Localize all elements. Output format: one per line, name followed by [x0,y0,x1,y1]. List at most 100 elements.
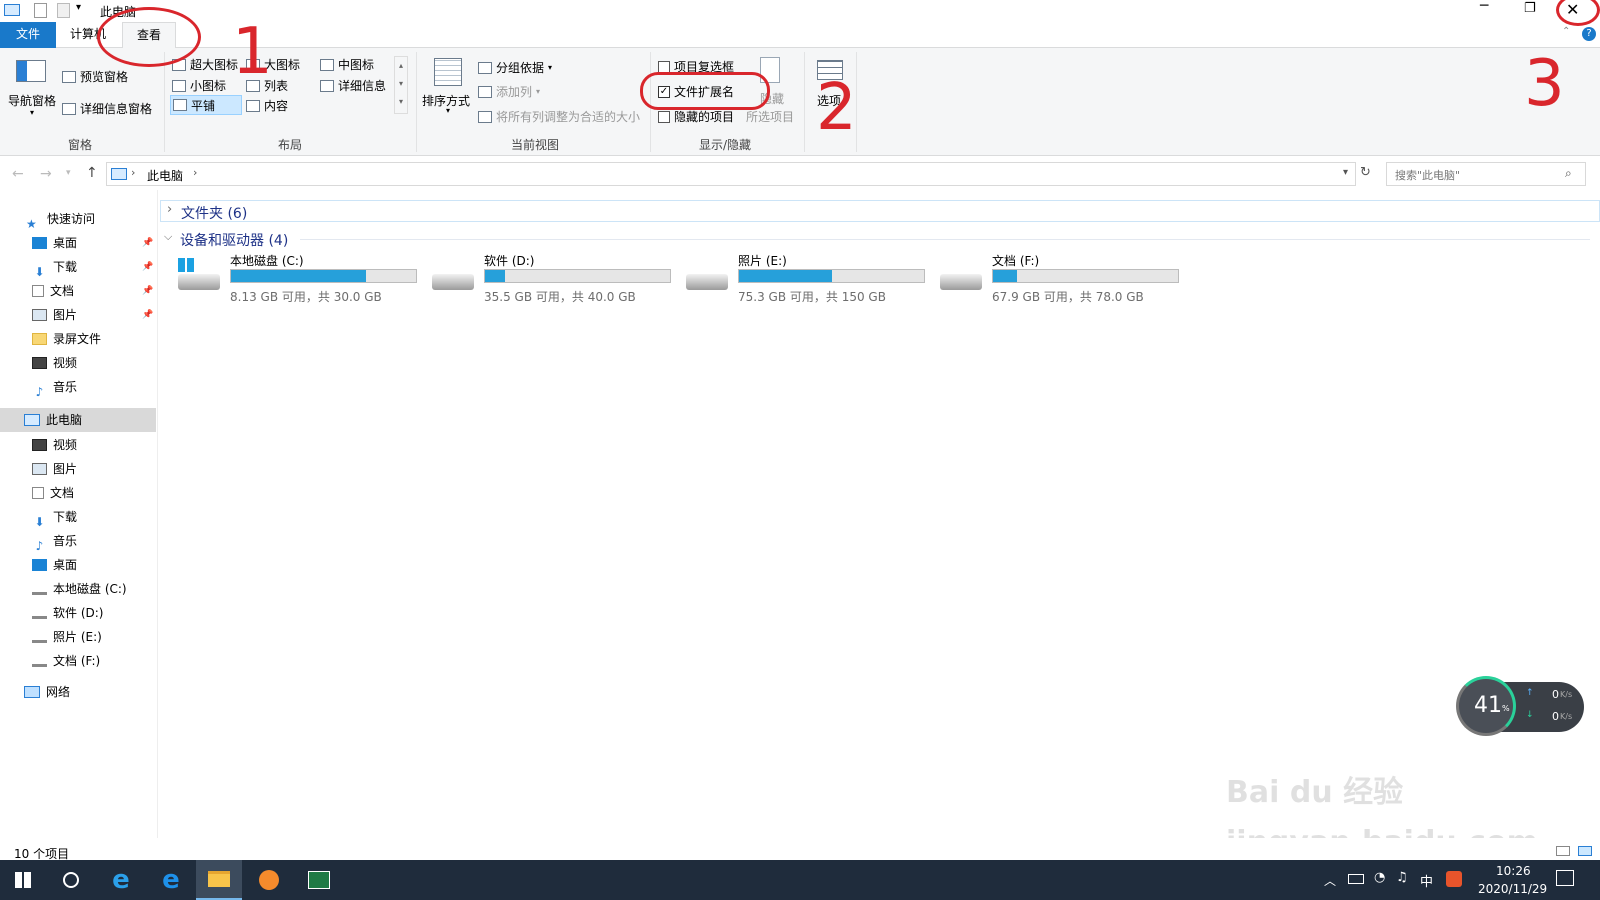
details-pane-button[interactable]: 详细信息窗格 [62,100,152,117]
chevron-right-icon[interactable]: › [193,166,197,179]
sogou-icon[interactable] [1446,871,1462,887]
taskbar-file-explorer[interactable] [196,860,242,900]
chevron-right-icon[interactable]: › [131,166,135,179]
add-column-button[interactable]: 添加列 ▾ [478,83,540,100]
nav-quick-music[interactable]: ♪ 音乐 [32,376,77,399]
large-icons-view-icon[interactable] [1578,846,1592,856]
hidden-items-option[interactable]: 隐藏的项目 [658,108,734,125]
taskbar-excel[interactable] [296,860,342,900]
search-icon[interactable]: ⌕ [1565,166,1572,181]
picture-icon [32,463,47,475]
layout-label: 内容 [264,99,289,113]
taskbar-edge[interactable]: e [148,860,194,900]
nav-quick-recordings[interactable]: 录屏文件 [32,328,101,350]
nav-this-pc[interactable]: 此电脑 [24,409,82,431]
clock-time[interactable]: 10:26 [1496,864,1531,878]
preview-pane-button[interactable]: 预览窗格 [62,68,128,85]
nav-pc-pictures[interactable]: 图片 [32,458,77,480]
nav-quick-downloads[interactable]: ⬇ 下载 [32,256,77,279]
taskbar-app[interactable] [246,860,292,900]
address-path[interactable]: 此电脑 [147,167,183,184]
fit-columns-button[interactable]: 将所有列调整为合适的大小 [478,108,640,125]
layout-tiles[interactable]: 平铺 [170,95,242,115]
nav-pc-desktop[interactable]: 桌面 [32,554,77,576]
nav-quick-documents[interactable]: 文档 [32,280,74,302]
layout-scroll-icon[interactable]: ▴ ▾ ▾ [394,56,408,114]
sort-dropdown-icon[interactable]: ▾ [446,106,450,115]
nav-quick-pictures[interactable]: 图片 [32,304,77,326]
drive-info: 67.9 GB 可用，共 78.0 GB [992,290,1144,304]
restore-icon[interactable]: ❐ [1524,1,1536,16]
add-column-label: 添加列 [496,85,533,99]
nav-label: 桌面 [53,558,78,572]
pin-icon[interactable]: 📌 [142,262,153,272]
baidu-watermark: Bai du 经验 jingyan.baidu.com [1226,760,1538,858]
drive-tile[interactable]: 照片 (E:) 75.3 GB 可用，共 150 GB [686,254,936,306]
grid-icon [172,79,186,92]
nav-pc-music[interactable]: ♪ 音乐 [32,530,77,553]
search-input[interactable]: 搜索"此电脑" [1395,167,1460,183]
up-icon[interactable]: ↑ [86,165,98,181]
refresh-icon[interactable]: ↻ [1360,165,1371,180]
layout-details[interactable]: 详细信息 [320,77,386,94]
checkbox-icon[interactable] [658,60,670,73]
tab-file[interactable]: 文件 [0,22,56,48]
nav-pc-downloads[interactable]: ⬇ 下载 [32,506,77,529]
nav-label: 图片 [53,462,78,476]
pin-icon[interactable]: 📌 [142,286,153,296]
back-icon[interactable]: ← [12,166,24,182]
drive-tile[interactable]: 本地磁盘 (C:) 8.13 GB 可用，共 30.0 GB [178,254,428,306]
start-button[interactable] [0,860,46,900]
layout-small-icons[interactable]: 小图标 [172,77,226,94]
minimize-icon[interactable]: ─ [1480,0,1488,14]
address-field[interactable]: › 此电脑 › ▾ [106,162,1356,186]
nav-quick-desktop[interactable]: 桌面 [32,232,77,254]
network-speed-widget[interactable]: 41 % ↑ 0 K/s ↓ 0 K/s [1456,676,1584,736]
nav-quick-videos[interactable]: 视频 [32,352,77,374]
chevron-down-icon[interactable]: ⌵ [164,230,172,244]
search-field[interactable]: 搜索"此电脑" ⌕ [1386,162,1586,186]
quick-access-dropdown-icon[interactable]: ▾ [76,2,81,13]
nav-network[interactable]: 网络 [24,681,70,703]
nav-pane-dropdown-icon[interactable]: ▾ [30,108,34,117]
tiles-icon [173,99,187,111]
pin-icon[interactable]: 📌 [142,238,153,248]
volume-icon[interactable]: ♫ [1396,870,1408,885]
new-folder-icon[interactable] [57,3,70,18]
devices-group-header[interactable]: ⌵ 设备和驱动器 (4) [160,228,1600,250]
nav-pc-drive-e[interactable]: 照片 (E:) [32,626,102,648]
chevron-right-icon[interactable]: › [167,202,172,217]
nav-quick-access[interactable]: ★ 快速访问 [26,208,95,231]
nav-pc-drive-c[interactable]: 本地磁盘 (C:) [32,578,127,600]
group-by-button[interactable]: 分组依据 ▾ [478,59,552,76]
folders-group-header[interactable]: › 文件夹 (6) [160,200,1600,222]
clock-date[interactable]: 2020/11/29 [1478,882,1547,896]
nav-pc-drive-d[interactable]: 软件 (D:) [32,602,103,624]
help-icon[interactable]: ? [1582,27,1596,41]
show-hidden-icons-icon[interactable]: ︿ [1324,872,1336,889]
layout-medium-icons[interactable]: 中图标 [320,56,374,73]
battery-icon[interactable] [1348,874,1364,884]
forward-icon[interactable]: → [40,166,52,182]
navigation-pane-button[interactable]: 导航窗格 [8,92,56,109]
checkbox-icon[interactable] [658,110,670,123]
details-view-icon[interactable] [1556,846,1570,856]
notification-icon[interactable] [1556,870,1574,886]
collapse-ribbon-icon[interactable]: ⌃ [1562,26,1570,37]
pin-icon[interactable]: 📌 [142,310,153,320]
nav-pc-videos[interactable]: 视频 [32,434,77,456]
layout-label: 小图标 [190,79,227,93]
drive-tile[interactable]: 文档 (F:) 67.9 GB 可用，共 78.0 GB [940,254,1190,306]
address-dropdown-icon[interactable]: ▾ [1343,167,1348,178]
taskbar-ie[interactable]: e [98,860,144,900]
nav-pc-drive-f[interactable]: 文档 (F:) [32,650,100,672]
nav-pc-documents[interactable]: 文档 [32,482,74,504]
wifi-icon[interactable]: ◔ [1374,870,1385,885]
search-button[interactable] [48,860,94,900]
recent-dropdown-icon[interactable]: ▾ [66,168,71,178]
layout-content[interactable]: 内容 [246,97,288,114]
drive-tile[interactable]: 软件 (D:) 35.5 GB 可用，共 40.0 GB [432,254,682,306]
ime-indicator[interactable]: 中 [1420,871,1433,890]
drive-usage-bar [992,269,1179,283]
properties-icon[interactable] [34,3,47,18]
